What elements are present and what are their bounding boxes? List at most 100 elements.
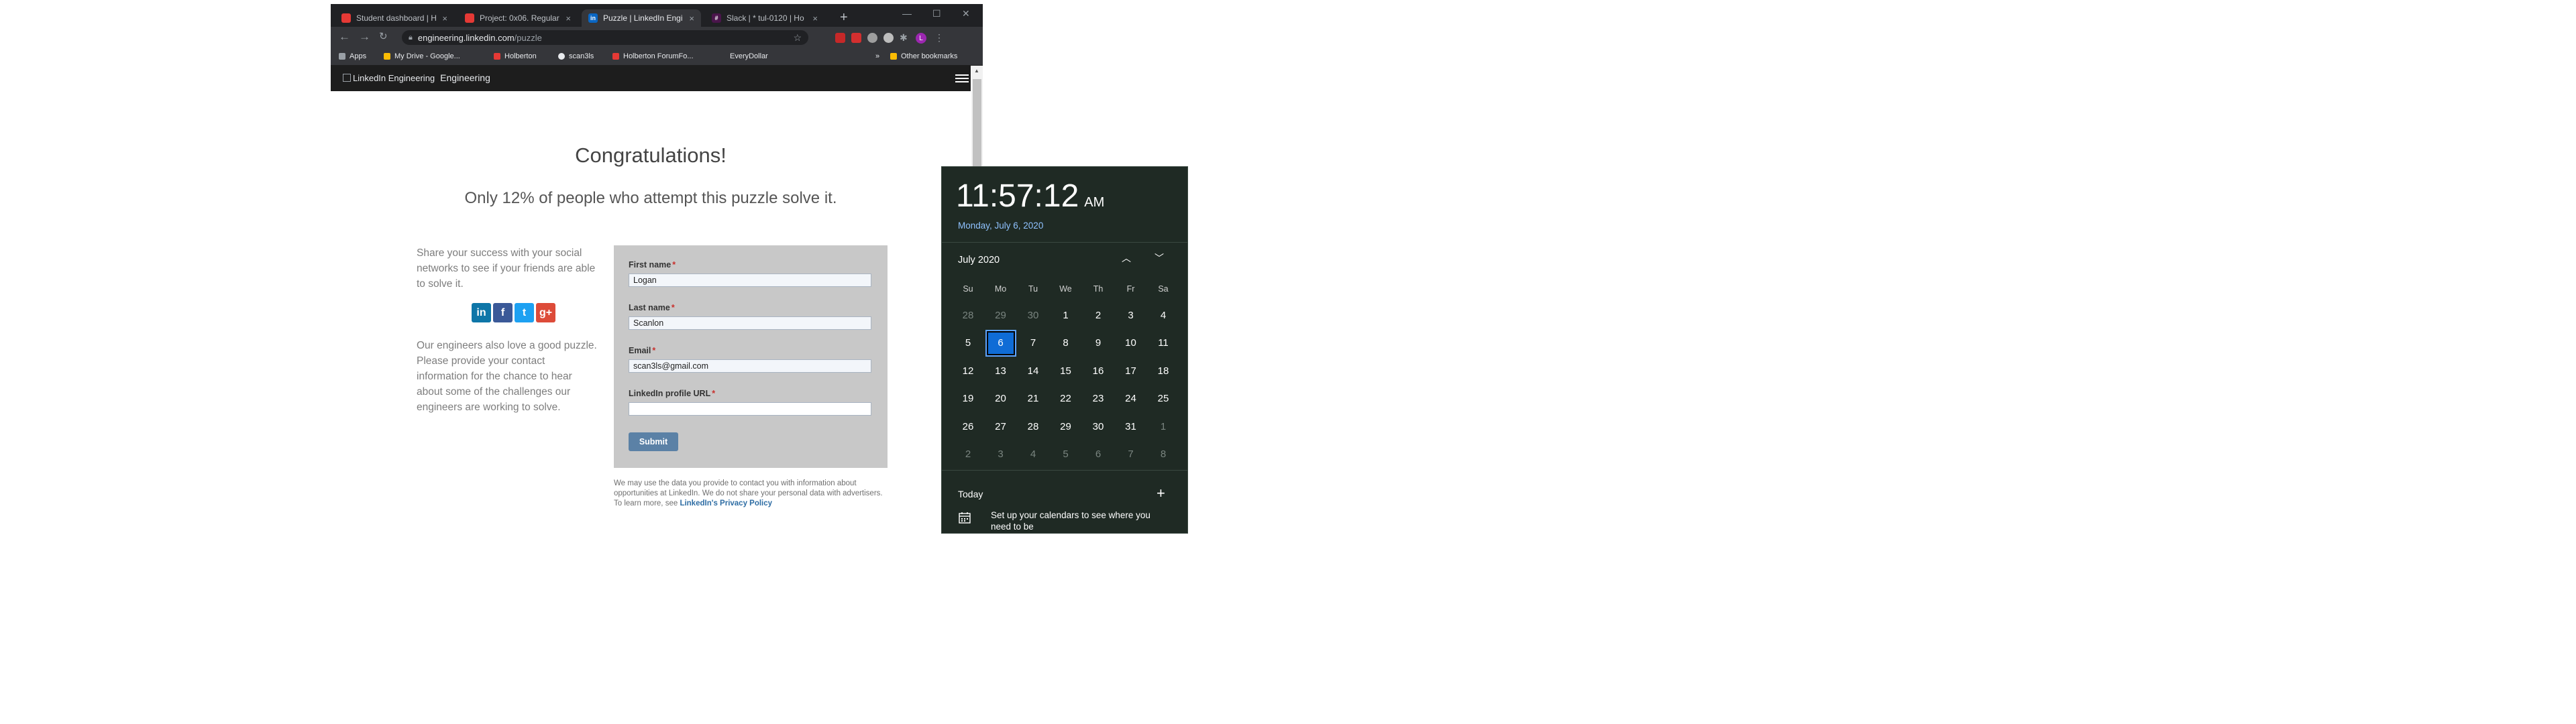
linkedin-profile-input[interactable]: [629, 402, 871, 416]
add-event-plus-icon[interactable]: +: [1157, 485, 1165, 502]
google-plus-share-icon[interactable]: g+: [536, 303, 555, 322]
last-name-label: Last name *: [629, 303, 675, 312]
chevron-down-icon[interactable]: ﹀: [1155, 251, 1164, 265]
calendar-day[interactable]: 14: [1018, 358, 1049, 383]
calendar-day[interactable]: 3: [985, 442, 1016, 467]
email-input[interactable]: [629, 359, 871, 373]
calendar-day[interactable]: 6: [1083, 442, 1114, 467]
first-name-input[interactable]: [629, 274, 871, 287]
other-bookmarks[interactable]: Other bookmarks: [890, 52, 957, 60]
menu-kebab-icon[interactable]: ⋮: [934, 32, 944, 44]
bookmark-holberton[interactable]: Holberton: [494, 52, 537, 60]
calendar-day[interactable]: 5: [953, 330, 983, 356]
puzzle-extensions-icon[interactable]: ✱: [900, 32, 908, 44]
browser-window: Student dashboard | H × Project: 0x06. Reg…: [331, 4, 983, 534]
bookmark-everydollar[interactable]: EveryDollar: [719, 52, 768, 60]
calendar-day[interactable]: 9: [1083, 330, 1114, 356]
calendar-day[interactable]: 21: [1018, 386, 1049, 412]
calendar-day[interactable]: 10: [1116, 330, 1146, 356]
linkedin-engineering-logo[interactable]: LinkedIn Engineering Engineering: [343, 72, 490, 83]
calendar-day-today[interactable]: 6: [985, 329, 1016, 357]
close-window-button[interactable]: ✕: [962, 8, 970, 19]
calendar-day[interactable]: 27: [985, 414, 1016, 439]
calendar-day[interactable]: 23: [1083, 386, 1114, 412]
calendar-day[interactable]: 15: [1051, 358, 1081, 383]
back-icon[interactable]: ←: [339, 31, 350, 43]
browser-tab[interactable]: # Slack | * tul-0120 | Ho ×: [705, 9, 824, 27]
privacy-policy-link[interactable]: LinkedIn's Privacy Policy: [680, 499, 772, 507]
forward-icon[interactable]: →: [359, 31, 370, 43]
profile-avatar[interactable]: L: [916, 33, 926, 44]
calendar-day[interactable]: 31: [1116, 414, 1146, 439]
bookmark-scan3ls[interactable]: scan3ls: [558, 52, 594, 60]
calendar-day[interactable]: 4: [1148, 302, 1179, 328]
calendar-day[interactable]: 1: [1148, 414, 1179, 439]
tab-close-icon[interactable]: ×: [566, 13, 571, 23]
browser-tab[interactable]: in Puzzle | LinkedIn Engi ×: [582, 9, 701, 27]
calendar-day[interactable]: 17: [1116, 358, 1146, 383]
calendar-day[interactable]: 3: [1116, 302, 1146, 328]
reload-icon[interactable]: ↻: [379, 31, 388, 43]
calendar-day[interactable]: 8: [1148, 442, 1179, 467]
extension-icon[interactable]: [867, 33, 877, 43]
calendar-day[interactable]: 30: [1083, 414, 1114, 439]
calendar-day[interactable]: 28: [953, 302, 983, 328]
calendar-day[interactable]: 24: [1116, 386, 1146, 412]
minimize-button[interactable]: —: [902, 8, 912, 19]
calendar-day[interactable]: 19: [953, 386, 983, 412]
hamburger-menu-icon[interactable]: [955, 74, 969, 84]
calendar-day[interactable]: 4: [1018, 442, 1049, 467]
calendar-day[interactable]: 18: [1148, 358, 1179, 383]
calendar-day[interactable]: 29: [1051, 414, 1081, 439]
calendar-day[interactable]: 7: [1116, 442, 1146, 467]
calendar-day[interactable]: 16: [1083, 358, 1114, 383]
settings-extension-icon[interactable]: [883, 33, 894, 43]
submit-button[interactable]: Submit: [629, 432, 678, 451]
bookmarks-overflow-icon[interactable]: »: [875, 52, 879, 60]
tab-close-icon[interactable]: ×: [689, 13, 694, 23]
pdf-extension-icon[interactable]: [835, 33, 845, 43]
bookmark-star-icon[interactable]: ☆: [793, 32, 802, 44]
calendar-day[interactable]: 25: [1148, 386, 1179, 412]
calendar-day[interactable]: 8: [1051, 330, 1081, 356]
long-date-link[interactable]: Monday, July 6, 2020: [958, 221, 1043, 231]
email-label: Email *: [629, 346, 656, 355]
tab-favicon-icon: #: [712, 13, 721, 23]
bookmark-holberton-forum[interactable]: Holberton ForumFo...: [612, 52, 694, 60]
scrollbar-thumb[interactable]: [973, 79, 981, 173]
calendar-day[interactable]: 30: [1018, 302, 1049, 328]
mail-extension-icon[interactable]: [851, 33, 861, 43]
calendar-day[interactable]: 22: [1051, 386, 1081, 412]
scroll-up-icon[interactable]: ▲: [974, 68, 979, 74]
browser-tab[interactable]: Project: 0x06. Regular ×: [458, 9, 578, 27]
calendar-day[interactable]: 26: [953, 414, 983, 439]
chevron-up-icon[interactable]: ︿: [1122, 251, 1131, 265]
maximize-button[interactable]: ☐: [932, 8, 941, 19]
privacy-disclaimer: We may use the data you provide to conta…: [614, 479, 883, 507]
calendar-day[interactable]: 1: [1051, 302, 1081, 328]
tab-close-icon[interactable]: ×: [812, 13, 818, 23]
month-label[interactable]: July 2020: [958, 255, 1000, 265]
new-tab-button[interactable]: +: [840, 11, 848, 24]
calendar-icon: [959, 512, 971, 524]
facebook-share-icon[interactable]: f: [493, 303, 513, 322]
calendar-day[interactable]: 28: [1018, 414, 1049, 439]
calendar-day[interactable]: 2: [1083, 302, 1114, 328]
address-bar[interactable]: 🔒︎ engineering.linkedin.com /puzzle ☆: [402, 30, 808, 45]
calendar-day[interactable]: 29: [985, 302, 1016, 328]
bookmark-my-drive[interactable]: My Drive - Google...: [384, 52, 460, 60]
calendar-setup-prompt[interactable]: Set up your calendars to see where you n…: [991, 509, 1152, 532]
last-name-input[interactable]: [629, 316, 871, 330]
calendar-day[interactable]: 20: [985, 386, 1016, 412]
twitter-share-icon[interactable]: t: [515, 303, 534, 322]
calendar-day[interactable]: 7: [1018, 330, 1049, 356]
calendar-day[interactable]: 12: [953, 358, 983, 383]
tab-close-icon[interactable]: ×: [442, 13, 447, 23]
calendar-day[interactable]: 13: [985, 358, 1016, 383]
linkedin-share-icon[interactable]: in: [472, 303, 491, 322]
browser-tab[interactable]: Student dashboard | H ×: [335, 9, 454, 27]
calendar-day[interactable]: 2: [953, 442, 983, 467]
bookmark-apps[interactable]: Apps: [339, 52, 366, 60]
calendar-day[interactable]: 11: [1148, 330, 1179, 356]
calendar-day[interactable]: 5: [1051, 442, 1081, 467]
